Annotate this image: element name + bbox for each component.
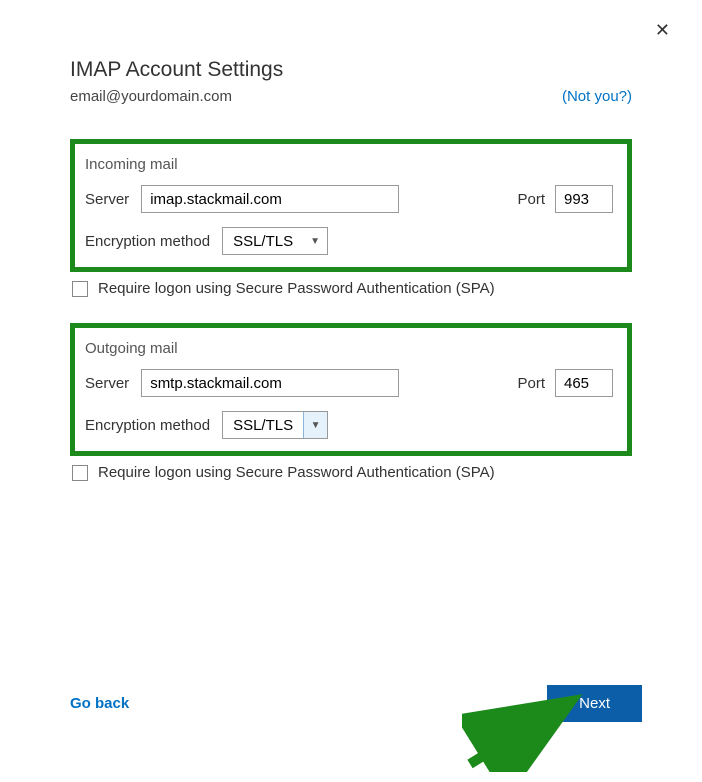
incoming-encryption-select[interactable]: SSL/TLS ▼ xyxy=(222,227,328,255)
outgoing-server-row: Server Port xyxy=(85,369,617,397)
go-back-link[interactable]: Go back xyxy=(70,695,129,712)
outgoing-spa-checkbox[interactable] xyxy=(72,465,88,481)
outgoing-port-input[interactable] xyxy=(555,369,613,397)
chevron-down-icon: ▼ xyxy=(303,412,327,438)
page-title: IMAP Account Settings xyxy=(70,58,632,82)
header-row: email@yourdomain.com (Not you?) xyxy=(70,88,632,105)
outgoing-encryption-select[interactable]: SSL/TLS ▼ xyxy=(222,411,328,439)
chevron-down-icon: ▼ xyxy=(303,228,327,254)
outgoing-encryption-label: Encryption method xyxy=(85,417,210,434)
annotation-arrow-icon xyxy=(462,692,582,772)
incoming-server-row: Server Port xyxy=(85,185,617,213)
close-button[interactable]: ✕ xyxy=(655,20,670,41)
not-you-link[interactable]: (Not you?) xyxy=(562,88,632,105)
dialog-content: IMAP Account Settings email@yourdomain.c… xyxy=(0,0,702,537)
outgoing-server-input[interactable] xyxy=(141,369,399,397)
outgoing-server-label: Server xyxy=(85,375,129,392)
outgoing-encryption-value: SSL/TLS xyxy=(223,417,303,434)
outgoing-section-label: Outgoing mail xyxy=(85,340,617,357)
incoming-server-input[interactable] xyxy=(141,185,399,213)
outgoing-mail-section: Outgoing mail Server Port Encryption met… xyxy=(70,323,632,456)
incoming-section-label: Incoming mail xyxy=(85,156,617,173)
outgoing-spa-label: Require logon using Secure Password Auth… xyxy=(98,464,495,481)
incoming-spa-checkbox[interactable] xyxy=(72,281,88,297)
outgoing-port-label: Port xyxy=(517,375,545,392)
incoming-spa-row: Require logon using Secure Password Auth… xyxy=(72,280,632,297)
incoming-encryption-label: Encryption method xyxy=(85,233,210,250)
incoming-encryption-row: Encryption method SSL/TLS ▼ xyxy=(85,227,617,255)
incoming-port-label: Port xyxy=(517,191,545,208)
incoming-encryption-value: SSL/TLS xyxy=(223,233,303,250)
incoming-spa-label: Require logon using Secure Password Auth… xyxy=(98,280,495,297)
outgoing-spa-row: Require logon using Secure Password Auth… xyxy=(72,464,632,481)
outgoing-encryption-row: Encryption method SSL/TLS ▼ xyxy=(85,411,617,439)
incoming-mail-section: Incoming mail Server Port Encryption met… xyxy=(70,139,632,272)
account-email: email@yourdomain.com xyxy=(70,88,232,105)
incoming-server-label: Server xyxy=(85,191,129,208)
incoming-port-input[interactable] xyxy=(555,185,613,213)
